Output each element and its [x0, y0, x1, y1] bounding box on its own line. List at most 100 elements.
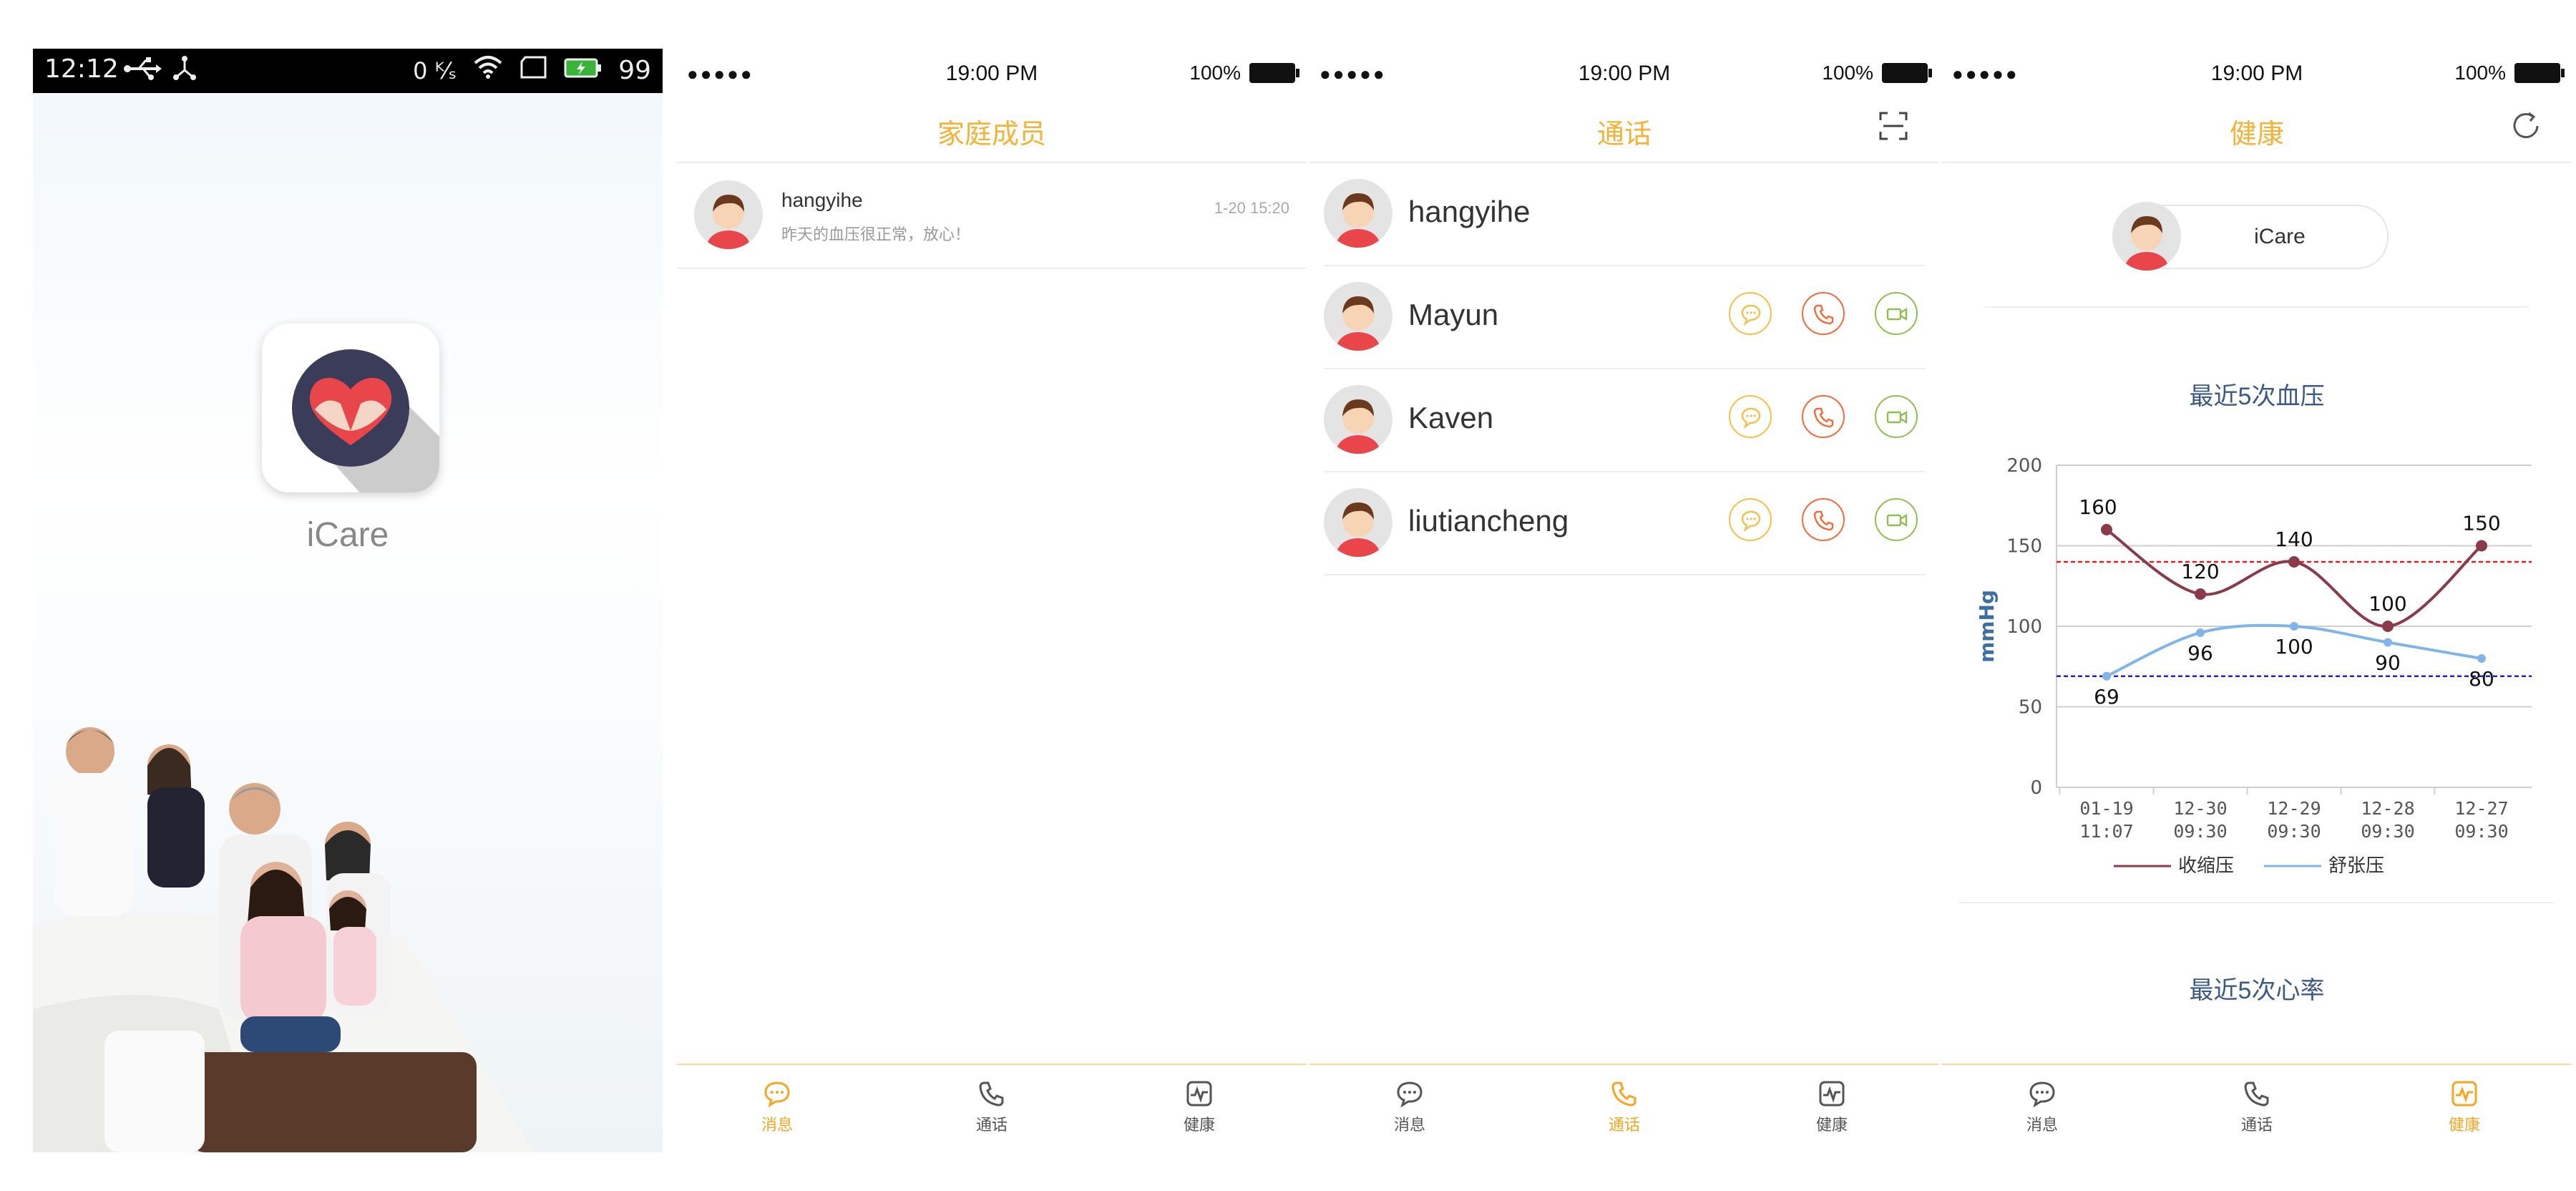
tab-messages-label: 消息 [2026, 1116, 2058, 1134]
tab-messages-label: 消息 [761, 1116, 793, 1134]
divider [1959, 902, 2555, 903]
voice-call-button[interactable] [1802, 498, 1845, 541]
tab-calls-label: 通话 [975, 1116, 1008, 1134]
message-time: 1-20 15:20 [1214, 199, 1289, 217]
y-tick-label: 0 [2030, 777, 2042, 799]
legend-label: 舒张压 [2328, 855, 2384, 873]
video-call-button[interactable] [1875, 395, 1918, 438]
data-point [2288, 556, 2300, 568]
ios-status-bar: ●●●●● 19:00 PM 100% [1942, 43, 2572, 100]
messages-screen: ●●●●● 19:00 PM 100% 家庭成员 hangyihe 昨天的血压很… [677, 43, 1307, 1160]
y-tick-label: 150 [2006, 536, 2042, 558]
data-label: 100 [2275, 635, 2313, 658]
calls-screen: ●●●●● 19:00 PM 100% 通话 hangyihe Mayun Kave… [1309, 43, 1939, 1160]
health-pulse-icon [1819, 1081, 1845, 1107]
x-tick-label: 12-29 [2267, 798, 2321, 819]
tab-health[interactable]: 健康 [1128, 1079, 1271, 1135]
health-pulse-icon [2451, 1081, 2477, 1107]
page-title: 健康 [2229, 120, 2284, 150]
blood-pressure-chart: 050100150200mmHg01-1911:0712-3009:3012-2… [1975, 455, 2532, 873]
battery-level: 99 [618, 56, 651, 85]
usb-icon [123, 56, 163, 88]
user-selector-label: iCare [2254, 225, 2306, 248]
tab-messages[interactable]: 消息 [1338, 1079, 1481, 1135]
data-point [2384, 638, 2392, 647]
scan-icon[interactable] [1876, 109, 1911, 143]
x-tick-label: 12-27 [2454, 798, 2508, 819]
voice-call-button[interactable] [1802, 395, 1845, 438]
contact-name: Kaven [1408, 401, 1494, 434]
message-item[interactable]: hangyihe 昨天的血压很正常，放心！ 1-20 15:20 [677, 163, 1307, 269]
data-label: 96 [2187, 641, 2213, 665]
video-camera-icon [1886, 307, 1908, 321]
splash-screen: 12:12 0 ᴷ⁄ₛ 99 iCare [33, 49, 663, 1152]
x-tick-label: 09:30 [2267, 821, 2321, 842]
ios-status-bar: ●●●●● 19:00 PM 100% [1309, 43, 1939, 100]
avatar [1324, 488, 1392, 557]
tab-bar: 消息 通话 健康 [1309, 1064, 1939, 1160]
data-label: 140 [2275, 528, 2313, 551]
tab-messages[interactable]: 消息 [706, 1079, 849, 1135]
video-call-button[interactable] [1875, 292, 1918, 335]
contact-name: Mayun [1408, 298, 1499, 331]
tab-health-label: 健康 [2448, 1116, 2480, 1134]
user-selector[interactable]: iCare [2112, 202, 2389, 271]
data-point [2476, 540, 2487, 552]
phone-icon [1813, 304, 1834, 325]
phone-icon [1813, 407, 1834, 428]
video-call-button[interactable] [1875, 498, 1918, 541]
avatar [1324, 282, 1392, 351]
avatar [1324, 179, 1392, 248]
app-name: iCare [306, 516, 389, 554]
contact-row[interactable]: Mayun [1324, 266, 1925, 369]
y-tick-label: 100 [2006, 616, 2042, 638]
y-tick-label: 200 [2006, 455, 2042, 477]
tab-bar: 消息 通话 健康 [677, 1064, 1307, 1160]
heart-rate-title: 最近5次心率 [2189, 977, 2325, 1004]
chat-bubble-icon [1397, 1081, 1423, 1108]
contact-row[interactable]: liutiancheng [1324, 472, 1925, 575]
page-title: 通话 [1596, 120, 1652, 150]
battery-icon [564, 56, 602, 85]
x-tick-label: 09:30 [2454, 821, 2508, 842]
data-label: 120 [2181, 560, 2219, 583]
tab-health-label: 健康 [1815, 1116, 1848, 1134]
legend-label: 收缩压 [2178, 855, 2234, 873]
data-point [2195, 588, 2206, 600]
chat-button[interactable] [1729, 292, 1772, 335]
data-speed-text: 0 ᴷ⁄ₛ [413, 57, 457, 84]
tab-health[interactable]: 健康 [1760, 1079, 1903, 1135]
ios-status-bar: ●●●●● 19:00 PM 100% [677, 43, 1307, 100]
voice-call-button[interactable] [1802, 292, 1845, 335]
data-label: 90 [2375, 651, 2401, 675]
phone-icon [979, 1081, 1004, 1107]
chat-button[interactable] [1729, 395, 1772, 438]
data-point [2196, 628, 2205, 637]
y-axis-label: mmHg [1975, 590, 1999, 663]
tab-bar: 消息 通话 健康 [1942, 1064, 2572, 1160]
tab-calls[interactable]: 通话 [1553, 1079, 1696, 1135]
contact-name: hangyihe [1408, 195, 1531, 228]
chat-bubble-icon [1741, 510, 1761, 532]
contact-row[interactable]: hangyihe [1324, 163, 1925, 266]
y-tick-label: 50 [2019, 697, 2042, 719]
avatar [2112, 202, 2181, 271]
tab-messages[interactable]: 消息 [1971, 1079, 2114, 1135]
avatar [1324, 385, 1392, 454]
refresh-icon[interactable] [2509, 109, 2543, 143]
chat-bubble-icon [2029, 1081, 2055, 1108]
chat-bubble-icon [764, 1081, 790, 1108]
divider [1942, 162, 2572, 163]
data-point [2101, 524, 2112, 535]
tab-health-label: 健康 [1183, 1116, 1215, 1134]
data-label: 160 [2079, 495, 2117, 519]
share-icon [170, 54, 199, 89]
tab-calls[interactable]: 通话 [920, 1079, 1063, 1135]
contact-row[interactable]: Kaven [1324, 369, 1925, 472]
x-tick-label: 12-30 [2173, 798, 2227, 819]
wifi-icon [472, 54, 504, 87]
tab-health[interactable]: 健康 [2393, 1079, 2536, 1135]
tab-calls[interactable]: 通话 [2185, 1079, 2328, 1135]
bp-chart-title: 最近5次血压 [2189, 383, 2325, 410]
chat-button[interactable] [1729, 498, 1772, 541]
